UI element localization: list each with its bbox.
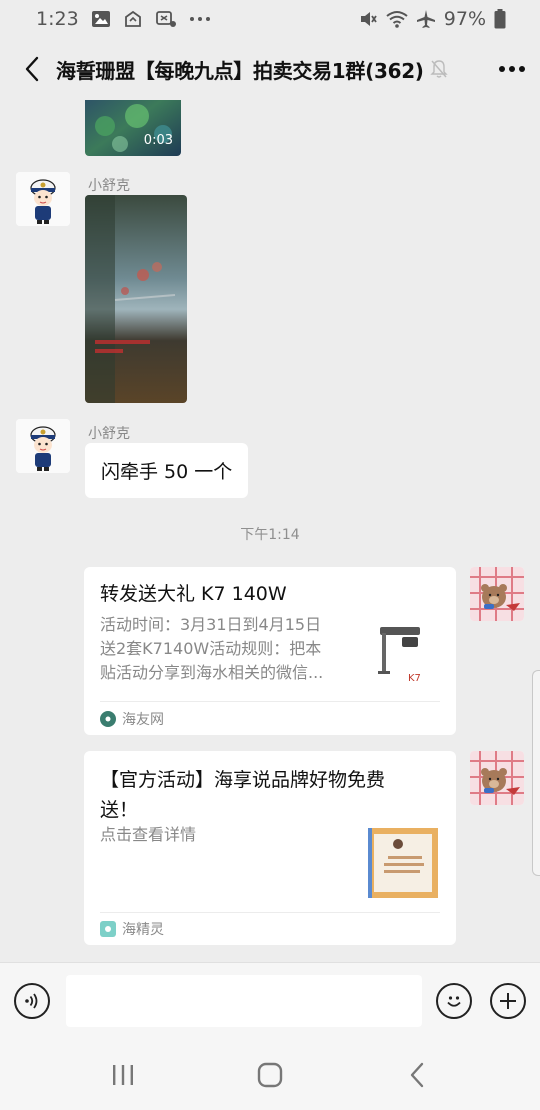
card-thumbnail bbox=[368, 828, 438, 898]
home-button[interactable] bbox=[240, 1050, 300, 1100]
battery-percent: 97% bbox=[443, 8, 486, 30]
card-title-line: 送！ bbox=[100, 799, 139, 821]
recent-apps-button[interactable] bbox=[93, 1050, 153, 1100]
card-divider bbox=[100, 912, 440, 913]
message-timestamp: 下午1:14 bbox=[0, 524, 540, 544]
card-thumbnail: K7 bbox=[368, 619, 440, 691]
system-back-button[interactable] bbox=[387, 1050, 447, 1100]
sender-name: 小舒克 bbox=[88, 178, 130, 194]
smiley-icon bbox=[447, 996, 461, 1007]
status-left: 1:23 bbox=[36, 8, 211, 30]
own-avatar[interactable] bbox=[470, 751, 524, 805]
sender-name: 小舒克 bbox=[88, 426, 130, 442]
chat-message-list[interactable]: 0:03 小舒克 小舒克 闪牵手 50 一个 下午1:14 转发送大礼 K7 1… bbox=[0, 100, 540, 962]
own-avatar[interactable] bbox=[470, 567, 524, 621]
back-chevron-icon bbox=[410, 1062, 423, 1088]
link-card-message[interactable]: 【官方活动】海享说品牌好物免费 送！ 点击查看详情 海精灵 bbox=[84, 751, 456, 945]
chat-title: 海誓珊盟【每晚九点】拍卖交易1群(362) bbox=[56, 58, 424, 83]
source-logo-icon bbox=[100, 711, 116, 727]
cartoon-policeman-icon bbox=[16, 172, 70, 226]
gallery-icon bbox=[91, 10, 111, 28]
card-desc-line: 贴活动分享到海水相关的微信... bbox=[100, 663, 324, 682]
airplane-icon bbox=[416, 9, 436, 29]
notification-icon bbox=[155, 9, 177, 29]
sender-avatar[interactable] bbox=[16, 172, 70, 226]
status-time: 1:23 bbox=[36, 8, 79, 30]
source-name: 海精灵 bbox=[122, 922, 164, 938]
more-functions-button[interactable] bbox=[490, 983, 526, 1019]
input-bar bbox=[0, 962, 540, 1040]
card-title: 【官方活动】海享说品牌好物免费 送！ bbox=[100, 765, 440, 825]
message-text: 闪牵手 50 一个 bbox=[101, 461, 233, 483]
voice-input-button[interactable] bbox=[14, 983, 50, 1019]
card-desc-line: 送2套K7140W活动规则：把本 bbox=[100, 639, 322, 658]
card-description: 点击查看详情 bbox=[100, 823, 360, 847]
message-input[interactable] bbox=[66, 975, 422, 1027]
card-source: 海友网 bbox=[100, 709, 164, 729]
mute-icon bbox=[358, 9, 378, 29]
wifi-icon bbox=[386, 10, 408, 28]
battery-icon bbox=[494, 9, 506, 29]
card-source: 海精灵 bbox=[100, 919, 164, 939]
text-message-bubble[interactable]: 闪牵手 50 一个 bbox=[85, 443, 249, 498]
card-description: 活动时间：3月31日到4月15日 送2套K7140W活动规则：把本 贴活动分享到… bbox=[100, 613, 360, 685]
image-message[interactable] bbox=[85, 195, 187, 403]
more-dots-icon bbox=[499, 66, 525, 72]
card-desc-line: 活动时间：3月31日到4月15日 bbox=[100, 615, 322, 634]
chat-header: 海誓珊盟【每晚九点】拍卖交易1群(362) bbox=[0, 38, 540, 100]
source-name: 海友网 bbox=[122, 712, 164, 728]
video-message[interactable]: 0:03 bbox=[85, 100, 181, 156]
system-nav-bar bbox=[0, 1040, 540, 1110]
recent-apps-icon bbox=[113, 1065, 134, 1085]
timestamp-text: 下午1:14 bbox=[240, 527, 300, 543]
more-options-button[interactable] bbox=[498, 65, 526, 73]
source-logo-icon bbox=[100, 921, 116, 937]
more-dots-icon bbox=[189, 16, 211, 22]
card-divider bbox=[100, 701, 440, 702]
scroll-handle[interactable] bbox=[532, 670, 540, 876]
aquarium-light-image: K7 bbox=[368, 619, 440, 691]
card-title-line: 【官方活动】海享说品牌好物免费 bbox=[100, 769, 386, 791]
home-icon bbox=[257, 1062, 283, 1088]
voice-icon bbox=[25, 993, 38, 1009]
aquarium-photo-image bbox=[85, 195, 187, 403]
bell-muted-icon bbox=[429, 59, 448, 79]
promo-poster-image bbox=[368, 828, 438, 898]
link-card-message[interactable]: 转发送大礼 K7 140W 活动时间：3月31日到4月15日 送2套K7140W… bbox=[84, 567, 456, 735]
plus-icon bbox=[500, 993, 516, 1009]
video-duration: 0:03 bbox=[143, 133, 173, 148]
card-desc-line: 点击查看详情 bbox=[100, 825, 197, 844]
emoji-button[interactable] bbox=[436, 983, 472, 1019]
sender-avatar[interactable] bbox=[16, 419, 70, 473]
plush-bear-avatar-icon bbox=[470, 751, 524, 805]
cartoon-policeman-icon bbox=[16, 419, 70, 473]
svg-text:K7: K7 bbox=[408, 673, 421, 684]
card-title: 转发送大礼 K7 140W bbox=[100, 583, 287, 605]
parcel-icon bbox=[123, 9, 143, 29]
back-arrow-icon bbox=[25, 56, 39, 82]
plush-bear-avatar-icon bbox=[470, 567, 524, 621]
status-bar: 1:23 97% bbox=[0, 0, 540, 38]
status-right: 97% bbox=[358, 8, 506, 30]
back-button[interactable] bbox=[14, 49, 50, 89]
